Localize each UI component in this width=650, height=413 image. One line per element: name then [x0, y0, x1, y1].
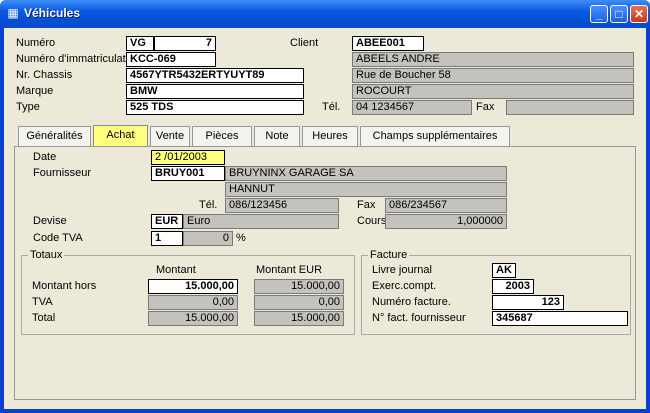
- type-field[interactable]: 525 TDS: [126, 100, 304, 115]
- minimize-icon: _: [595, 7, 603, 21]
- client-tel-field: 04 1234567: [352, 100, 472, 115]
- col-montant-eur-header: Montant EUR: [256, 264, 323, 276]
- close-button[interactable]: ✕: [630, 5, 648, 23]
- fournisseur-name-field: BRUYNINX GARAGE SA: [225, 166, 507, 181]
- date-label: Date: [33, 151, 57, 163]
- client-street-field: Rue de Boucher 58: [352, 68, 634, 83]
- maximize-icon: □: [615, 7, 623, 21]
- client-label: Client: [290, 37, 319, 49]
- numero-field[interactable]: 7: [154, 36, 216, 51]
- numero-prefix-field[interactable]: VG: [126, 36, 154, 51]
- window: ▦ Véhicules _ □ ✕ Numéro VG 7 Numéro d'i…: [0, 0, 650, 413]
- tab-achat[interactable]: Achat: [93, 125, 148, 147]
- client-code-field[interactable]: ABEE001: [352, 36, 424, 51]
- fournisseur-city-field: HANNUT: [225, 182, 507, 197]
- achat-panel: Date 2 /01/2003 Fournisseur BRUY001 BRUY…: [14, 146, 636, 400]
- tab-vente[interactable]: Vente: [150, 126, 190, 146]
- tab-heures[interactable]: Heures: [302, 126, 358, 146]
- codetva-field[interactable]: 1: [151, 231, 183, 246]
- fournisseur-fax-label: Fax: [357, 199, 376, 211]
- cours-label: Cours: [357, 215, 387, 227]
- fournisseur-tel-label: Tél.: [199, 199, 218, 211]
- fournisseur-code-field[interactable]: BRUY001: [151, 166, 225, 181]
- facture-title: Facture: [368, 249, 410, 261]
- fournisseur-label: Fournisseur: [33, 167, 92, 179]
- immat-field[interactable]: KCC-069: [126, 52, 216, 67]
- client-name-field: ABEELS ANDRE: [352, 52, 634, 67]
- marque-field[interactable]: BMW: [126, 84, 304, 99]
- totaux-title: Totaux: [28, 249, 65, 261]
- numero-facture-field[interactable]: 123: [492, 295, 564, 310]
- devise-label: Devise: [33, 215, 67, 227]
- fournisseur-tel-field: 086/123456: [225, 198, 339, 213]
- fournisseur-fax-field: 086/234567: [385, 198, 507, 213]
- exerc-field[interactable]: 2003: [492, 279, 534, 294]
- maximize-button[interactable]: □: [610, 5, 628, 23]
- app-icon: ▦: [7, 6, 19, 20]
- marque-label: Marque: [16, 85, 54, 97]
- facture-group: Facture Livre journal AK Exerc.compt. 20…: [361, 249, 631, 335]
- fact-fournisseur-field[interactable]: 345687: [492, 311, 628, 326]
- numero-facture-label: Numéro facture.: [372, 296, 451, 308]
- montant-hors-field[interactable]: 15.000,00: [148, 279, 238, 294]
- journal-field[interactable]: AK: [492, 263, 516, 278]
- tab-generalites[interactable]: Généralités: [18, 126, 91, 146]
- devise-code-field[interactable]: EUR: [151, 214, 183, 229]
- numero-label: Numéro: [16, 37, 56, 49]
- montant-hors-eur-field: 15.000,00: [254, 279, 344, 294]
- total-label: Total: [32, 312, 56, 324]
- type-label: Type: [16, 101, 40, 113]
- codetva-label: Code TVA: [33, 232, 83, 244]
- tva-field: 0,00: [148, 295, 238, 310]
- chassis-field[interactable]: 4567YTR5432ERTYUYT89: [126, 68, 304, 83]
- tab-pieces[interactable]: Pièces: [192, 126, 252, 146]
- total-field: 15.000,00: [148, 311, 238, 326]
- totaux-group: Totaux Montant Montant EUR Montant hors …: [21, 249, 355, 335]
- devise-name-field: Euro: [183, 214, 339, 229]
- client-tel-label: Tél.: [322, 101, 341, 113]
- window-title: Véhicules: [24, 6, 81, 20]
- journal-label: Livre journal: [372, 264, 432, 276]
- fact-fournisseur-label: N° fact. fournisseur: [372, 312, 466, 324]
- close-icon: ✕: [633, 7, 645, 21]
- total-eur-field: 15.000,00: [254, 311, 344, 326]
- minimize-button[interactable]: _: [590, 5, 608, 23]
- cours-field: 1,000000: [385, 214, 507, 229]
- col-montant-header: Montant: [156, 264, 196, 276]
- date-field[interactable]: 2 /01/2003: [151, 150, 225, 165]
- tab-champs-supplementaires[interactable]: Champs supplémentaires: [360, 126, 510, 146]
- montant-hors-label: Montant hors: [32, 280, 97, 292]
- chassis-label: Nr. Chassis: [16, 69, 73, 81]
- tva-label: TVA: [32, 296, 53, 308]
- tab-note[interactable]: Note: [254, 126, 300, 146]
- client-city-field: ROCOURT: [352, 84, 634, 99]
- window-client-area: Numéro VG 7 Numéro d'immatriculat KCC-06…: [4, 28, 646, 409]
- pct-sign: %: [236, 232, 246, 244]
- client-fax-field: [506, 100, 634, 115]
- codetva-pct-field: 0: [183, 231, 233, 246]
- immat-label: Numéro d'immatriculat: [16, 53, 126, 65]
- client-fax-label: Fax: [476, 101, 495, 113]
- title-bar[interactable]: ▦ Véhicules _ □ ✕: [0, 0, 650, 28]
- tva-eur-field: 0,00: [254, 295, 344, 310]
- exerc-label: Exerc.compt.: [372, 280, 437, 292]
